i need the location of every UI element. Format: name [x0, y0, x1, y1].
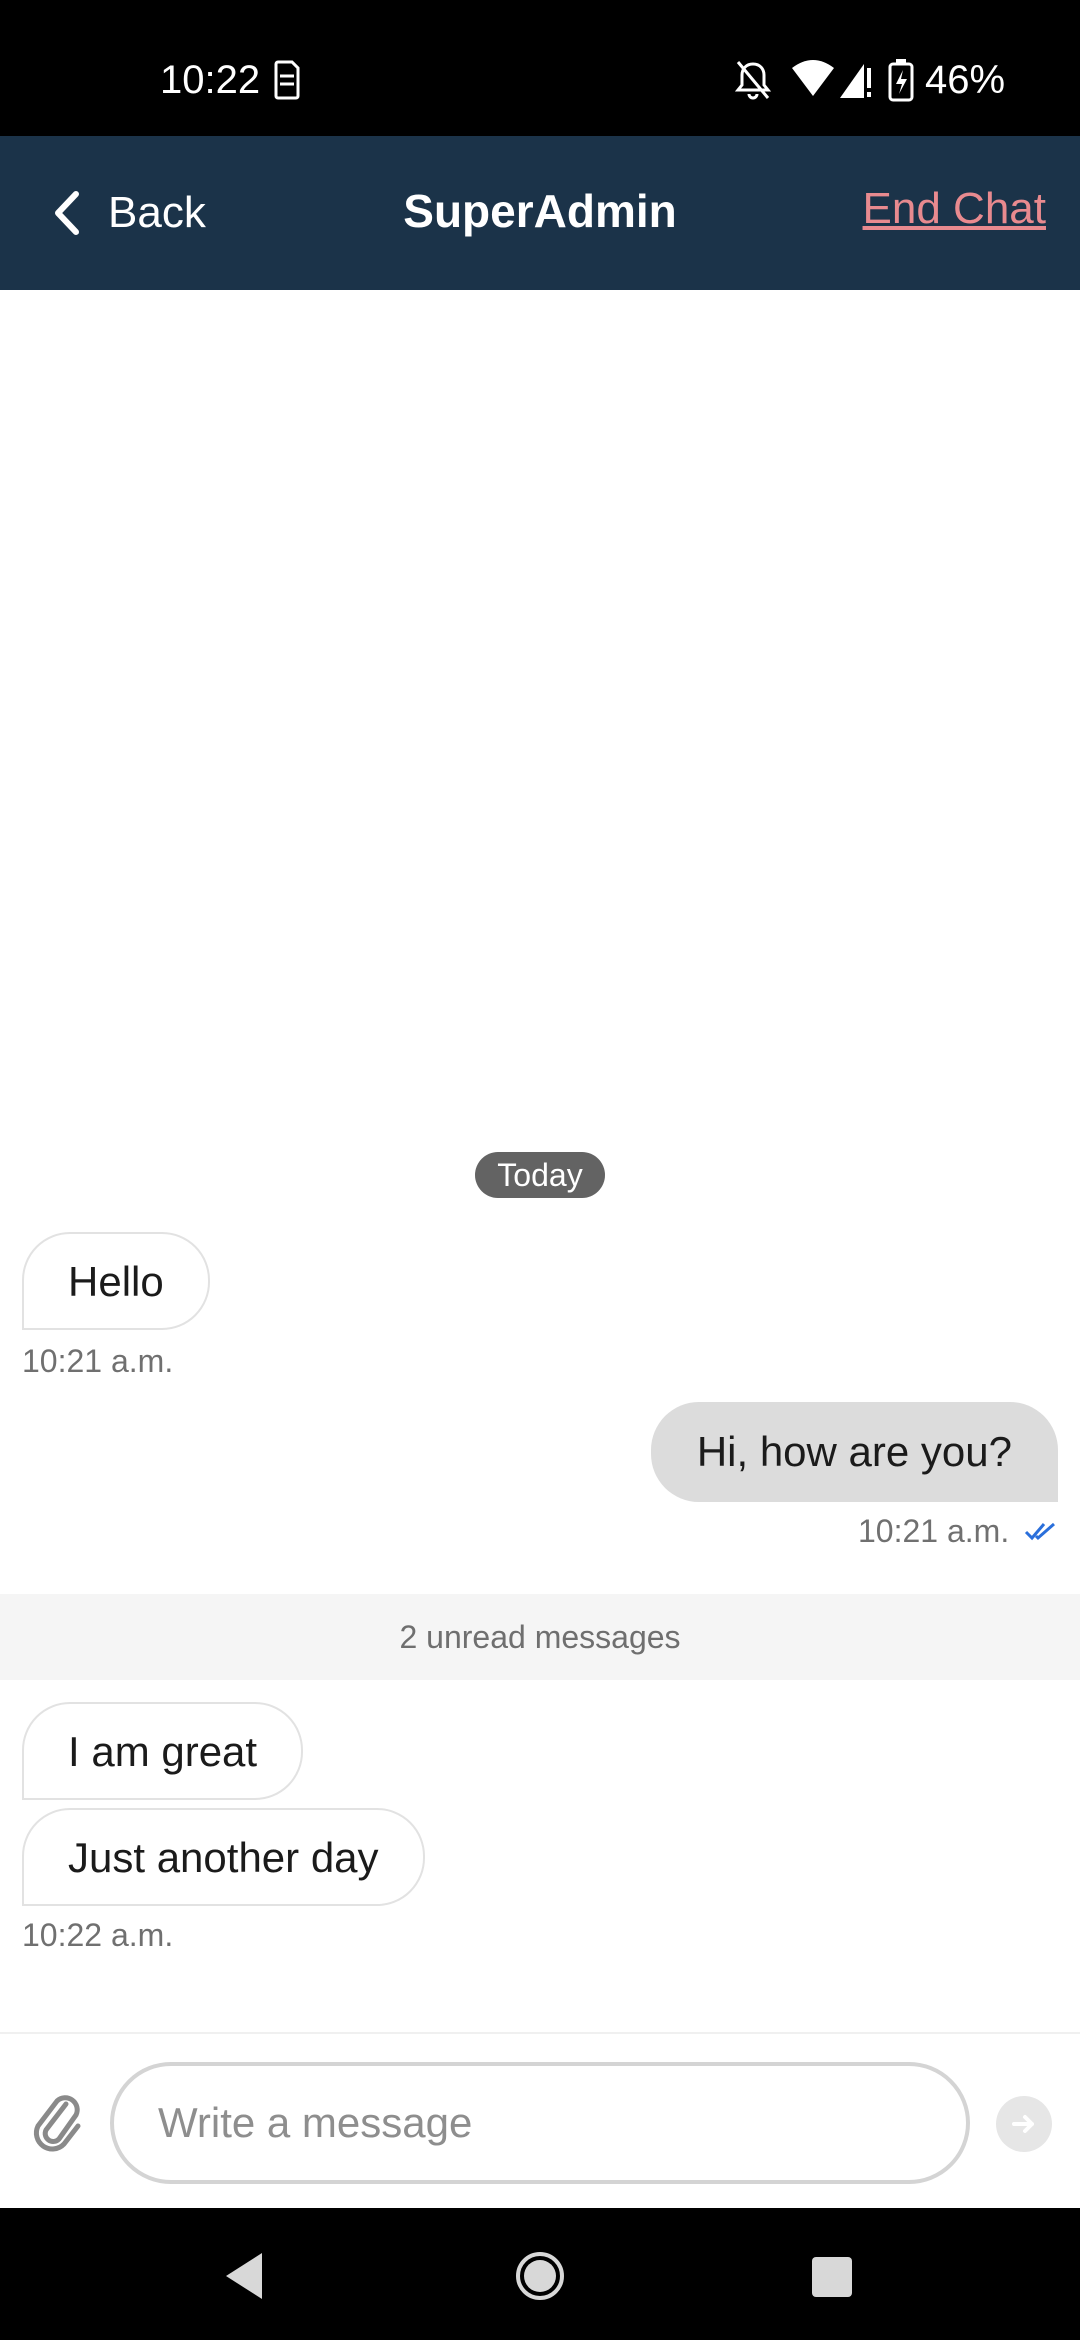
- back-button[interactable]: Back: [52, 181, 206, 245]
- send-arrow-icon: [1012, 2115, 1034, 2133]
- sim-alert-icon: [274, 60, 300, 100]
- status-bar: 10:22 46%: [0, 0, 1080, 136]
- message-timestamp: 10:21 a.m.: [22, 1343, 174, 1379]
- battery-charging-icon: [888, 59, 914, 102]
- message-bubble-incoming[interactable]: Just another day: [22, 1808, 425, 1906]
- message-composer: [0, 2032, 1080, 2210]
- message-bubble-outgoing[interactable]: Hi, how are you?: [650, 1402, 1058, 1502]
- status-time: 10:22: [160, 58, 261, 102]
- chat-header: Back SuperAdmin End Chat: [0, 136, 1080, 290]
- nav-back-icon[interactable]: [222, 2251, 266, 2301]
- message-timestamp: 10:21 a.m.: [858, 1513, 1010, 1549]
- attachment-icon[interactable]: [32, 2090, 84, 2154]
- notifications-off-icon: [734, 61, 772, 100]
- wifi-icon: [792, 60, 834, 96]
- end-chat-button[interactable]: End Chat: [863, 184, 1046, 234]
- nav-home-icon[interactable]: [514, 2250, 566, 2302]
- nav-recents-icon[interactable]: [810, 2255, 854, 2299]
- message-bubble-incoming[interactable]: I am great: [22, 1702, 304, 1800]
- system-nav-bar: [0, 2208, 1080, 2340]
- double-check-icon: [1024, 1522, 1055, 1541]
- signal-alert-icon: [840, 64, 871, 98]
- back-label: Back: [108, 188, 206, 237]
- send-button[interactable]: [996, 2096, 1052, 2152]
- message-input[interactable]: [110, 2062, 970, 2184]
- unread-messages-banner: 2 unread messages: [0, 1594, 1080, 1680]
- date-separator: Today: [475, 1152, 605, 1198]
- battery-percentage: 46%: [925, 58, 1006, 102]
- message-bubble-incoming[interactable]: Hello: [22, 1232, 210, 1330]
- message-timestamp: 10:22 a.m.: [22, 1917, 174, 1953]
- chevron-left-icon: [55, 191, 79, 235]
